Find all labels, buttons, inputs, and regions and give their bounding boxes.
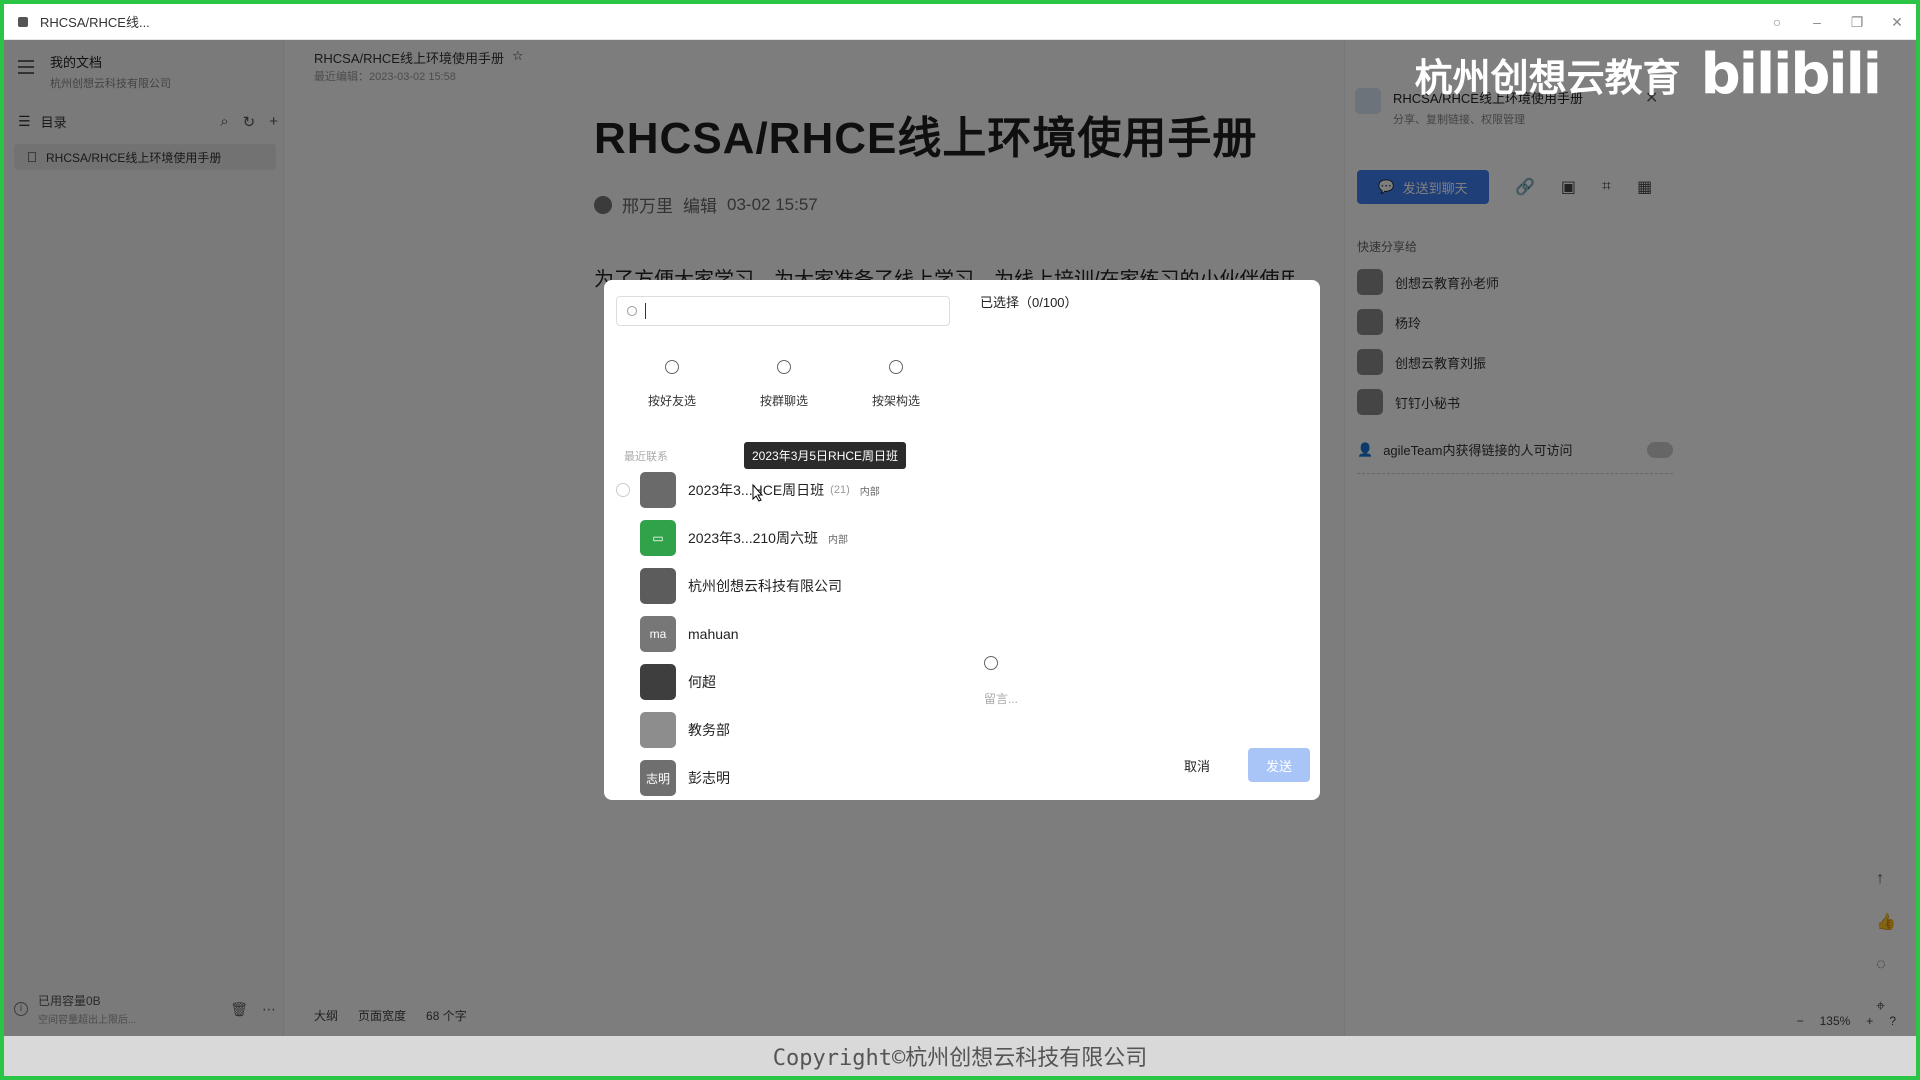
contact-name: 教务部 xyxy=(688,722,730,738)
send-button[interactable]: 发送 xyxy=(1248,748,1310,782)
watermark: 杭州创想云教育 bilibili xyxy=(1414,42,1882,107)
window-title: RHCSA/RHCE线... xyxy=(40,15,150,30)
share-to-chat-dialog: 已选择（0/100） 按好友选 按群聊选 按架构选 最近联系 2023年3...… xyxy=(604,280,1320,800)
avatar xyxy=(640,472,676,508)
cursor-icon xyxy=(752,483,764,502)
copyright-text: Copyright©杭州创想云科技有限公司 xyxy=(772,1046,1148,1071)
recent-label: 最近联系 xyxy=(624,451,668,463)
title-bar: RHCSA/RHCE线... ○ – ❐ ✕ xyxy=(4,4,1916,40)
tab-by-group[interactable]: 按群聊选 xyxy=(728,360,840,409)
avatar: ma xyxy=(640,616,676,652)
contact-name: 2023年3...210周六班 xyxy=(688,530,818,546)
close-icon[interactable]: ✕ xyxy=(1888,14,1906,31)
user-icon xyxy=(665,360,679,374)
search-input[interactable] xyxy=(616,296,950,326)
list-item[interactable]: 杭州创想云科技有限公司 xyxy=(616,562,956,610)
minimize-icon[interactable]: – xyxy=(1808,14,1826,30)
selected-count: 已选择（0/100） xyxy=(980,295,1078,310)
list-item[interactable]: 志明 彭志明 xyxy=(616,754,956,802)
tab-by-org[interactable]: 按架构选 xyxy=(840,360,952,409)
app-icon xyxy=(18,16,28,27)
internal-tag: 内部 xyxy=(827,534,848,546)
bilibili-logo: bilibili xyxy=(1700,42,1882,107)
refresh-icon[interactable]: ○ xyxy=(1768,14,1786,30)
tab-label: 按架构选 xyxy=(871,394,920,408)
avatar xyxy=(640,712,676,748)
contact-name: 彭志明 xyxy=(688,770,730,786)
contact-list: 2023年3...HCE周日班 (21) 内部 ▭ 2023年3...210周六… xyxy=(616,466,956,802)
list-item[interactable]: 何超 xyxy=(616,658,956,706)
category-tabs: 按好友选 按群聊选 按架构选 xyxy=(616,360,952,409)
chat-group-icon: ▭ xyxy=(640,520,676,556)
list-item[interactable]: 2023年3...HCE周日班 (21) 内部 xyxy=(616,466,956,514)
avatar xyxy=(640,568,676,604)
org-icon xyxy=(889,360,903,374)
text-caret xyxy=(645,303,646,319)
message-input[interactable]: 留言... xyxy=(984,690,1018,707)
avatar: 志明 xyxy=(640,760,676,796)
contact-name: 何超 xyxy=(688,674,716,690)
group-icon xyxy=(777,360,791,374)
contact-name: 杭州创想云科技有限公司 xyxy=(688,578,842,594)
maximize-icon[interactable]: ❐ xyxy=(1848,14,1866,31)
tab-label: 按群聊选 xyxy=(759,394,808,408)
list-item[interactable]: ▭ 2023年3...210周六班 内部 xyxy=(616,514,956,562)
member-count: (21) xyxy=(830,484,850,496)
cancel-button[interactable]: 取消 xyxy=(1184,756,1210,775)
list-item[interactable]: 教务部 xyxy=(616,706,956,754)
tab-label: 按好友选 xyxy=(647,394,696,408)
tooltip: 2023年3月5日RHCE周日班 xyxy=(744,442,907,469)
contact-name: mahuan xyxy=(688,626,739,642)
app-window: RHCSA/RHCE线... ○ – ❐ ✕ 我的文档 杭州创想云科技有限公司 … xyxy=(4,4,1916,1076)
select-checkbox[interactable] xyxy=(616,483,630,497)
list-item[interactable]: ma mahuan xyxy=(616,610,956,658)
avatar xyxy=(640,664,676,700)
search-icon xyxy=(627,306,637,316)
copyright-bar: Copyright©杭州创想云科技有限公司 xyxy=(4,1036,1916,1076)
internal-tag: 内部 xyxy=(859,486,880,498)
brand-name: 杭州创想云教育 xyxy=(1414,58,1681,100)
emoji-icon[interactable] xyxy=(984,656,998,670)
tab-by-friend[interactable]: 按好友选 xyxy=(616,360,728,409)
